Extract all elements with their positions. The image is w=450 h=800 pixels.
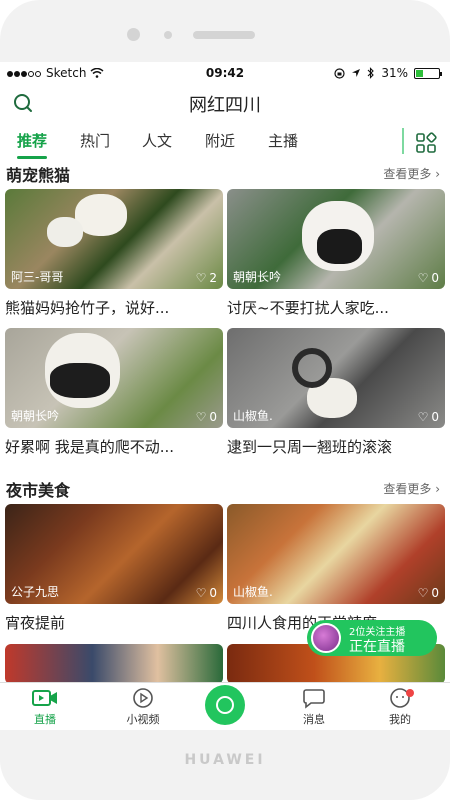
- card-author: 朝朝长吟: [233, 270, 282, 284]
- chevron-right-icon: ›: [435, 482, 440, 496]
- video-camera-icon: [32, 690, 57, 706]
- notification-dot: [406, 689, 414, 697]
- play-circle-icon: [133, 688, 153, 708]
- like-count: ♡ 2: [196, 271, 217, 285]
- tab-streamer[interactable]: 主播: [268, 130, 298, 151]
- see-more-label: 查看更多: [383, 482, 432, 496]
- video-card[interactable]: 朝朝长吟 ♡ 0 好累啊 我是真的爬不动...: [5, 328, 223, 457]
- avatar: [311, 623, 341, 653]
- phone-top-bezel: [0, 28, 450, 42]
- tab-hot[interactable]: 热门: [80, 130, 110, 151]
- status-bar: Sketch 09:42 31%: [0, 62, 450, 84]
- video-thumbnail: 山椒鱼. ♡ 0: [227, 328, 445, 428]
- tab-nearby[interactable]: 附近: [205, 130, 235, 151]
- nav-label: 我的: [389, 713, 411, 726]
- earpiece-speaker: [193, 31, 255, 39]
- see-more-pandas[interactable]: 查看更多 ›: [383, 165, 440, 182]
- bluetooth-icon: [367, 67, 375, 79]
- see-more-night-market[interactable]: 查看更多 ›: [383, 480, 440, 497]
- card-author: 公子九思: [11, 585, 60, 599]
- battery-icon: [414, 67, 442, 79]
- section-title-pandas: 萌宠熊猫: [6, 166, 71, 185]
- phone-frame: Sketch 09:42 31% 网红四川 推荐 热门 人文 附近 主播 萌宠熊…: [0, 0, 450, 800]
- heart-icon: ♡: [195, 586, 207, 600]
- nav-label: 消息: [303, 713, 325, 726]
- video-card[interactable]: 朝朝长吟 ♡ 0 讨厌~不要打扰人家吃...: [227, 189, 445, 318]
- like-number: 0: [431, 586, 439, 600]
- like-count: ♡ 0: [418, 271, 439, 285]
- battery-fill: [416, 69, 423, 77]
- bottom-navigation: 直播 小视频 消息 我的: [0, 682, 450, 730]
- card-author: 朝朝长吟: [11, 409, 60, 423]
- nav-label: 直播: [34, 713, 56, 726]
- like-number: 0: [209, 586, 217, 600]
- live-status-label: 正在直播: [349, 639, 405, 655]
- video-thumbnail: 朝朝长吟 ♡ 0: [227, 189, 445, 289]
- grid-menu-icon[interactable]: [415, 132, 437, 154]
- like-count: ♡ 0: [196, 586, 217, 600]
- live-now-button[interactable]: 2位关注主播 正在直播: [307, 620, 437, 656]
- heart-icon: ♡: [417, 410, 429, 424]
- lock-rotation-icon: [334, 67, 345, 79]
- app-screen: Sketch 09:42 31% 网红四川 推荐 热门 人文 附近 主播 萌宠熊…: [0, 62, 450, 730]
- video-card[interactable]: 山椒鱼. ♡ 0 逮到一只周一翘班的滚滚: [227, 328, 445, 457]
- heart-icon: ♡: [195, 410, 207, 424]
- section-title-night-market: 夜市美食: [6, 481, 71, 500]
- like-count: ♡ 0: [418, 586, 439, 600]
- video-card[interactable]: [5, 644, 223, 684]
- panda-cub-shape: [47, 217, 83, 247]
- like-number: 0: [431, 271, 439, 285]
- video-thumbnail: 朝朝长吟 ♡ 0: [5, 328, 223, 428]
- video-thumbnail: [5, 644, 223, 684]
- location-arrow-icon: [352, 69, 361, 77]
- proximity-sensor: [164, 31, 172, 39]
- video-thumbnail: 山椒鱼. ♡ 0: [227, 504, 445, 604]
- video-card[interactable]: 山椒鱼. ♡ 0 四川人食用的正常辣度: [227, 504, 445, 633]
- like-number: 0: [431, 410, 439, 424]
- center-action-button[interactable]: [205, 685, 245, 725]
- tab-recommend[interactable]: 推荐: [17, 130, 47, 151]
- nav-live[interactable]: 直播: [15, 687, 75, 727]
- tire-shape: [292, 348, 332, 388]
- panda-body-shape: [50, 363, 110, 398]
- video-card[interactable]: 阿三-哥哥 ♡ 2 熊猫妈妈抢竹子，说好...: [5, 189, 223, 318]
- like-number: 0: [209, 410, 217, 424]
- card-caption: 熊猫妈妈抢竹子，说好...: [5, 299, 170, 317]
- card-author: 山椒鱼.: [233, 409, 273, 423]
- tab-divider: [402, 128, 404, 154]
- page-title: 网红四川: [189, 95, 261, 116]
- video-card[interactable]: 公子九思 ♡ 0 宵夜提前: [5, 504, 223, 633]
- like-count: ♡ 0: [196, 410, 217, 424]
- chevron-right-icon: ›: [435, 167, 440, 181]
- nav-messages[interactable]: 消息: [284, 687, 344, 727]
- card-caption: 宵夜提前: [5, 614, 66, 632]
- active-tab-indicator: [17, 156, 47, 159]
- heart-icon: ♡: [417, 271, 429, 285]
- heart-icon: ♡: [417, 586, 429, 600]
- chat-bubble-icon: [303, 689, 325, 709]
- nav-label: 小视频: [126, 713, 160, 726]
- tab-culture[interactable]: 人文: [142, 130, 172, 151]
- card-author: 阿三-哥哥: [11, 270, 64, 284]
- video-thumbnail: 阿三-哥哥 ♡ 2: [5, 189, 223, 289]
- category-tabs: 推荐 热门 人文 附近 主播: [0, 124, 450, 160]
- heart-icon: ♡: [195, 271, 207, 285]
- like-count: ♡ 0: [418, 410, 439, 424]
- nav-short-video[interactable]: 小视频: [113, 687, 173, 727]
- card-caption: 逮到一只周一翘班的滚滚: [227, 438, 393, 456]
- front-camera: [127, 28, 140, 41]
- app-header: 网红四川: [0, 84, 450, 122]
- video-thumbnail: 公子九思 ♡ 0: [5, 504, 223, 604]
- like-number: 2: [209, 271, 217, 285]
- card-author: 山椒鱼.: [233, 585, 273, 599]
- card-caption: 好累啊 我是真的爬不动...: [5, 438, 175, 456]
- card-caption: 讨厌~不要打扰人家吃...: [227, 299, 389, 317]
- panda-body-shape: [317, 229, 362, 264]
- battery-percent: 31%: [381, 66, 408, 80]
- nav-profile[interactable]: 我的: [370, 687, 430, 727]
- see-more-label: 查看更多: [383, 167, 432, 181]
- device-brand-logo: HUAWEI: [184, 752, 266, 768]
